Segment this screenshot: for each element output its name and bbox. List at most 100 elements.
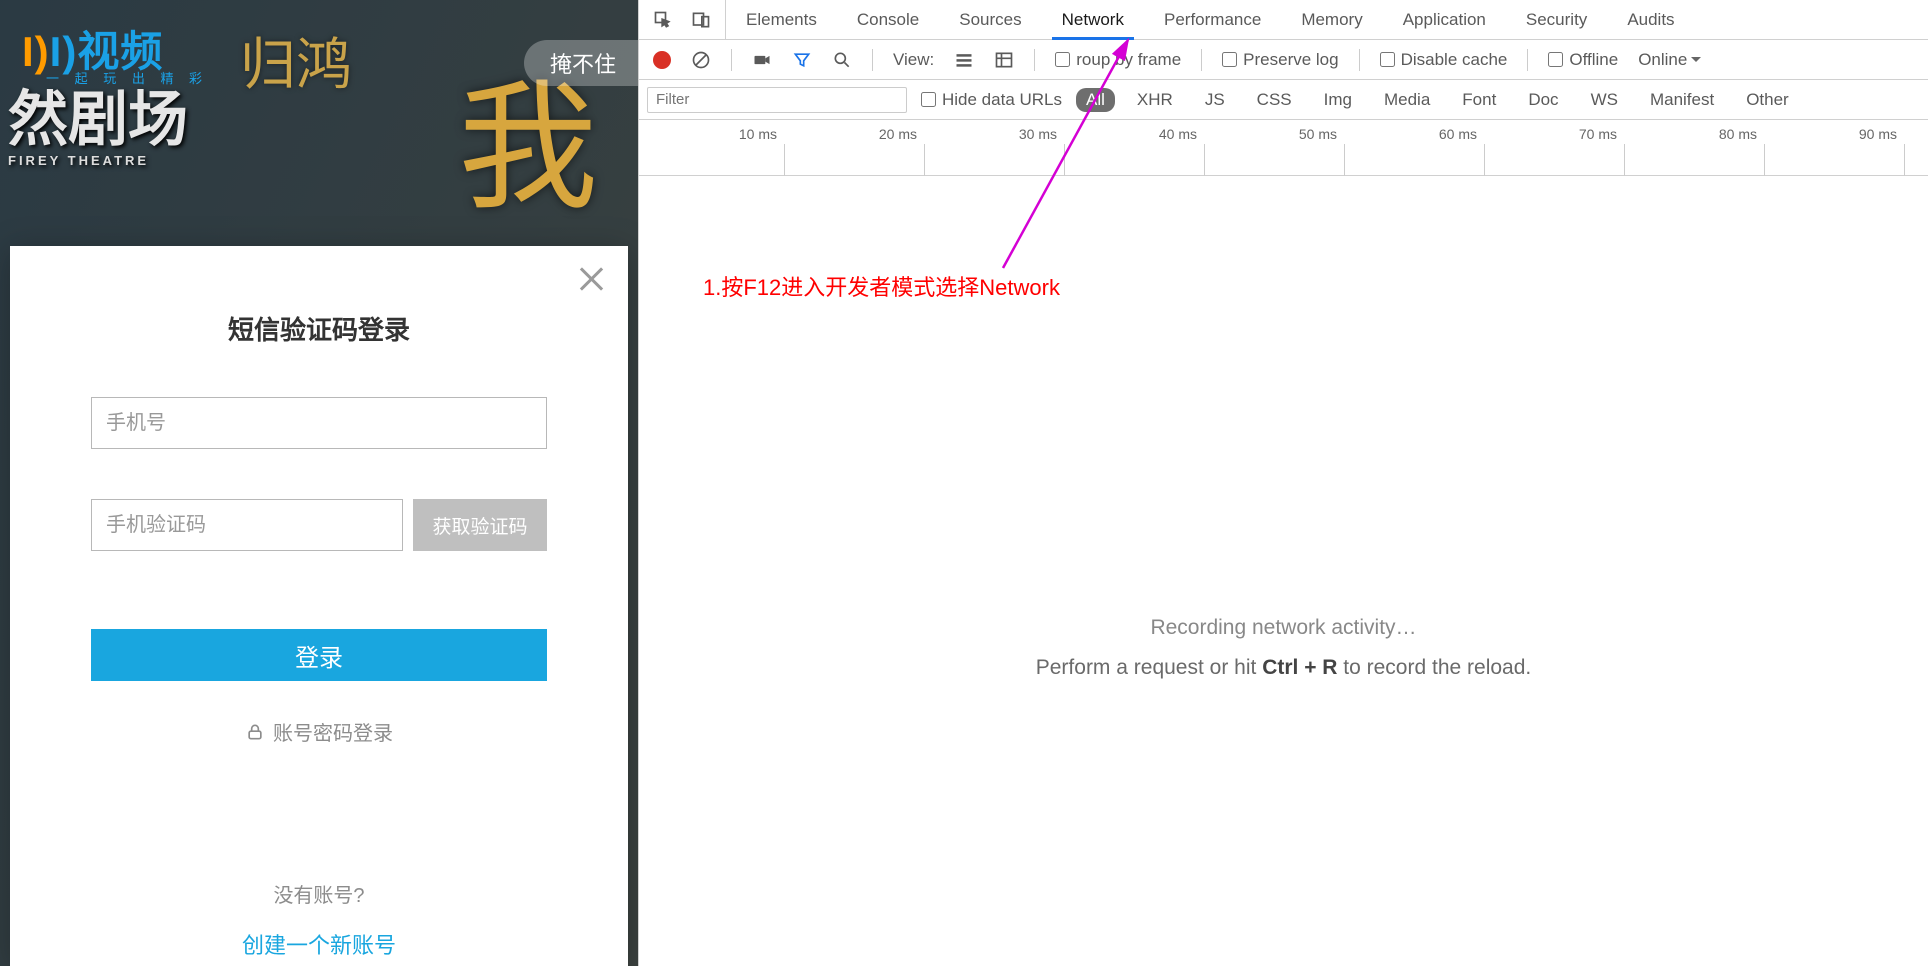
tab-console[interactable]: Console bbox=[837, 0, 939, 39]
show-title-calligraphy: 归鸿 bbox=[240, 20, 352, 101]
search-icon[interactable] bbox=[832, 50, 852, 70]
offline-checkbox[interactable]: Offline bbox=[1548, 50, 1618, 70]
filter-type-img[interactable]: Img bbox=[1314, 88, 1362, 112]
separator bbox=[1034, 49, 1035, 71]
hide-data-urls-input[interactable] bbox=[921, 92, 936, 107]
waterfall-view-icon[interactable] bbox=[994, 50, 1014, 70]
hide-data-urls-label: Hide data URLs bbox=[942, 90, 1062, 110]
header-pill-button[interactable]: 掩不住 bbox=[524, 40, 638, 86]
devtools-inspect-controls bbox=[639, 0, 726, 39]
page-viewport: I)I)视频 一 起 玩 出 精 彩 归鸿 然剧场 FIREY THEATRE … bbox=[0, 0, 638, 966]
tab-security[interactable]: Security bbox=[1506, 0, 1607, 39]
disable-cache-checkbox[interactable]: Disable cache bbox=[1380, 50, 1508, 70]
separator bbox=[872, 49, 873, 71]
throttling-value: Online bbox=[1638, 50, 1687, 70]
login-dialog: 短信验证码登录 获取验证码 登录 账号密码登录 没有账号? 创建一个新账号 bbox=[10, 246, 628, 966]
filter-icon[interactable] bbox=[792, 50, 812, 70]
separator bbox=[731, 49, 732, 71]
recording-hint-pre: Perform a request or hit bbox=[1036, 656, 1262, 679]
filter-type-js[interactable]: JS bbox=[1195, 88, 1235, 112]
group-by-frame-label: roup by frame bbox=[1076, 50, 1181, 70]
header-pill-label: 掩不住 bbox=[550, 47, 616, 79]
login-button[interactable]: 登录 bbox=[91, 629, 547, 681]
tab-performance[interactable]: Performance bbox=[1144, 0, 1281, 39]
recording-title: Recording network activity… bbox=[639, 616, 1928, 640]
timeline-tick: 10 ms bbox=[667, 126, 777, 142]
devtools-tabbar: ElementsConsoleSourcesNetworkPerformance… bbox=[639, 0, 1928, 40]
chevron-down-icon bbox=[1691, 57, 1701, 67]
filter-type-ws[interactable]: WS bbox=[1581, 88, 1628, 112]
logo-subtitle: 一 起 玩 出 精 彩 bbox=[46, 68, 208, 87]
theatre-en: FIREY THEATRE bbox=[8, 154, 188, 167]
code-row: 获取验证码 bbox=[91, 499, 547, 551]
annotation-text: 1.按F12进入开发者模式选择Network bbox=[703, 270, 1060, 302]
filter-type-media[interactable]: Media bbox=[1374, 88, 1440, 112]
network-filterbar: Hide data URLs All XHR JS CSS Img Media Font Do… bbox=[639, 80, 1928, 120]
tab-elements[interactable]: Elements bbox=[726, 0, 837, 39]
disable-cache-label: Disable cache bbox=[1401, 50, 1508, 70]
record-icon[interactable] bbox=[653, 51, 671, 69]
login-title: 短信验证码登录 bbox=[10, 310, 628, 347]
filter-type-other[interactable]: Other bbox=[1736, 88, 1799, 112]
tab-application[interactable]: Application bbox=[1383, 0, 1506, 39]
network-body: 1.按F12进入开发者模式选择Network Recording network… bbox=[639, 176, 1928, 966]
camera-icon[interactable] bbox=[752, 50, 772, 70]
filter-type-font[interactable]: Font bbox=[1452, 88, 1506, 112]
no-account-text: 没有账号? bbox=[10, 879, 628, 908]
timeline-tick: 20 ms bbox=[807, 126, 917, 142]
preserve-log-checkbox[interactable]: Preserve log bbox=[1222, 50, 1338, 70]
tab-memory[interactable]: Memory bbox=[1281, 0, 1382, 39]
device-toolbar-icon[interactable] bbox=[691, 10, 711, 30]
clear-icon[interactable] bbox=[691, 50, 711, 70]
theatre-brand: 然剧场 FIREY THEATRE bbox=[8, 90, 188, 167]
phone-input[interactable] bbox=[91, 397, 547, 449]
recording-hint-key: Ctrl + R bbox=[1262, 656, 1337, 679]
tab-audits[interactable]: Audits bbox=[1607, 0, 1694, 39]
filter-type-xhr[interactable]: XHR bbox=[1127, 88, 1183, 112]
filter-type-doc[interactable]: Doc bbox=[1518, 88, 1568, 112]
group-by-frame-input[interactable] bbox=[1055, 52, 1070, 67]
password-login-link[interactable]: 账号密码登录 bbox=[91, 717, 547, 746]
group-by-frame-checkbox[interactable]: roup by frame bbox=[1055, 50, 1181, 70]
preserve-log-input[interactable] bbox=[1222, 52, 1237, 67]
sms-code-input[interactable] bbox=[91, 499, 403, 551]
close-icon[interactable] bbox=[576, 264, 606, 294]
create-account-link[interactable]: 创建一个新账号 bbox=[10, 928, 628, 960]
login-footer: 没有账号? 创建一个新账号 bbox=[10, 879, 628, 960]
password-login-label: 账号密码登录 bbox=[273, 717, 393, 746]
timeline-tick: 80 ms bbox=[1647, 126, 1757, 142]
recording-hint: Perform a request or hit Ctrl + R to rec… bbox=[639, 656, 1928, 680]
inspect-element-icon[interactable] bbox=[653, 10, 673, 30]
separator bbox=[1201, 49, 1202, 71]
timeline-tick: 30 ms bbox=[947, 126, 1057, 142]
preserve-log-label: Preserve log bbox=[1243, 50, 1338, 70]
login-form: 获取验证码 登录 账号密码登录 bbox=[91, 397, 547, 746]
theatre-cn: 然剧场 bbox=[8, 87, 188, 153]
timeline-tick: 60 ms bbox=[1367, 126, 1477, 142]
timeline-tick: 90 ms bbox=[1787, 126, 1897, 142]
devtools-panel: ElementsConsoleSourcesNetworkPerformance… bbox=[638, 0, 1928, 966]
get-code-button[interactable]: 获取验证码 bbox=[413, 499, 547, 551]
lock-icon bbox=[245, 722, 265, 742]
hide-data-urls-checkbox[interactable]: Hide data URLs bbox=[921, 90, 1062, 110]
filter-type-all[interactable]: All bbox=[1076, 88, 1115, 112]
throttling-select[interactable]: Online bbox=[1638, 50, 1709, 70]
poster-calligraphy: 我 bbox=[458, 80, 598, 220]
view-label: View: bbox=[893, 50, 934, 70]
recording-hint-post: to record the reload. bbox=[1337, 656, 1531, 679]
network-toolbar: View: roup by frame Preserve log Disable… bbox=[639, 40, 1928, 80]
separator bbox=[1359, 49, 1360, 71]
separator bbox=[1527, 49, 1528, 71]
timeline-tick: 50 ms bbox=[1227, 126, 1337, 142]
tab-network[interactable]: Network bbox=[1042, 0, 1144, 39]
timeline-tick: 70 ms bbox=[1507, 126, 1617, 142]
timeline-tick: 40 ms bbox=[1087, 126, 1197, 142]
offline-input[interactable] bbox=[1548, 52, 1563, 67]
tab-sources[interactable]: Sources bbox=[939, 0, 1041, 39]
filter-type-css[interactable]: CSS bbox=[1247, 88, 1302, 112]
large-rows-icon[interactable] bbox=[954, 50, 974, 70]
disable-cache-input[interactable] bbox=[1380, 52, 1395, 67]
filter-input[interactable] bbox=[647, 87, 907, 113]
filter-type-manifest[interactable]: Manifest bbox=[1640, 88, 1724, 112]
network-timeline[interactable]: 10 ms 20 ms 30 ms 40 ms 50 ms 60 ms 70 ms 80 ms… bbox=[639, 120, 1928, 176]
